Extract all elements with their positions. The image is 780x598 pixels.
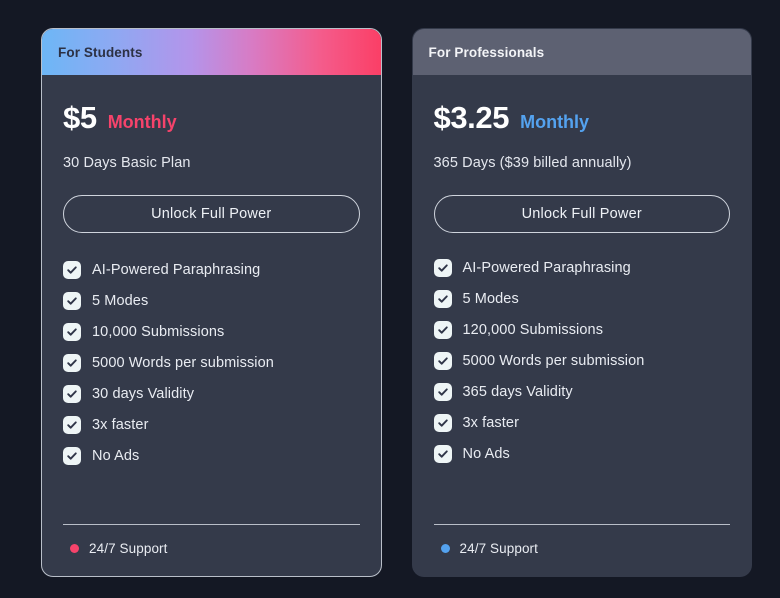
- check-icon: [63, 447, 81, 465]
- feature-label: 5 Modes: [462, 291, 519, 307]
- plan-audience-label: For Students: [58, 44, 143, 60]
- feature-label: 10,000 Submissions: [92, 324, 225, 340]
- check-icon: [433, 445, 452, 463]
- card-header-students: For Students: [42, 29, 381, 75]
- feature-list-professionals: AI-Powered Paraphrasing 5 Modes 120,000 …: [433, 259, 731, 463]
- price-amount: $3.25: [433, 100, 510, 135]
- price-row: $3.25 Monthly: [434, 102, 731, 133]
- feature-item: 3x faster: [63, 416, 360, 434]
- support-label: 24/7 Support: [89, 541, 168, 556]
- check-icon: [433, 321, 452, 339]
- feature-label: 5000 Words per submission: [92, 355, 274, 371]
- feature-label: 5000 Words per submission: [462, 353, 645, 369]
- feature-label: 3x faster: [462, 415, 520, 431]
- plan-description: 30 Days Basic Plan: [63, 155, 191, 171]
- check-icon: [63, 354, 81, 372]
- plan-audience-label: For Professionals: [428, 44, 545, 60]
- check-icon: [433, 383, 452, 401]
- feature-item: 120,000 Submissions: [433, 321, 731, 339]
- feature-item: No Ads: [63, 447, 360, 465]
- feature-label: 30 days Validity: [92, 386, 195, 402]
- price-period: Monthly: [107, 112, 177, 132]
- feature-label: 3x faster: [92, 417, 149, 433]
- card-footer-students: 24/7 Support: [63, 524, 360, 576]
- feature-item: 5 Modes: [63, 292, 360, 310]
- check-icon: [433, 414, 452, 432]
- support-dot-icon: [70, 544, 79, 553]
- plan-description: 365 Days ($39 billed annually): [433, 155, 632, 171]
- pricing-card-professionals[interactable]: For Professionals $3.25 Monthly 365 Days…: [411, 28, 752, 577]
- card-footer-professionals: 24/7 Support: [433, 524, 731, 576]
- card-body-students: $5 Monthly 30 Days Basic Plan Unlock Ful…: [42, 75, 381, 576]
- card-body-professionals: $3.25 Monthly 365 Days ($39 billed annua…: [413, 75, 752, 576]
- check-icon: [63, 292, 81, 310]
- feature-item: 365 days Validity: [433, 383, 731, 401]
- divider: [63, 524, 360, 525]
- unlock-full-power-button[interactable]: Unlock Full Power: [63, 195, 360, 233]
- check-icon: [63, 416, 81, 434]
- feature-label: AI-Powered Paraphrasing: [462, 260, 631, 276]
- divider: [433, 524, 730, 525]
- price-row: $5 Monthly: [63, 102, 360, 133]
- feature-item: 30 days Validity: [63, 385, 360, 403]
- support-row: 24/7 Support: [434, 541, 731, 556]
- feature-item: 10,000 Submissions: [63, 323, 360, 341]
- feature-item: AI-Powered Paraphrasing: [63, 261, 360, 279]
- card-header-professionals: For Professionals: [412, 29, 751, 75]
- check-icon: [433, 352, 452, 370]
- check-icon: [433, 290, 452, 308]
- feature-item: 3x faster: [433, 414, 731, 432]
- price-period: Monthly: [520, 112, 590, 132]
- feature-label: No Ads: [92, 448, 140, 464]
- feature-item: 5000 Words per submission: [433, 352, 731, 370]
- feature-label: 5 Modes: [92, 293, 149, 309]
- feature-label: 365 days Validity: [462, 384, 573, 400]
- pricing-plans-container: For Students $5 Monthly 30 Days Basic Pl…: [0, 0, 780, 598]
- feature-label: 120,000 Submissions: [462, 322, 604, 338]
- feature-label: AI-Powered Paraphrasing: [92, 262, 261, 278]
- support-label: 24/7 Support: [459, 541, 539, 556]
- check-icon: [63, 261, 81, 279]
- feature-item: AI-Powered Paraphrasing: [433, 259, 731, 277]
- feature-list-students: AI-Powered Paraphrasing 5 Modes 10,000 S…: [63, 261, 360, 465]
- feature-label: No Ads: [462, 446, 510, 462]
- support-row: 24/7 Support: [63, 541, 360, 556]
- check-icon: [433, 259, 452, 277]
- check-icon: [63, 385, 81, 403]
- price-amount: $5: [63, 100, 97, 135]
- support-dot-icon: [440, 544, 450, 553]
- feature-item: No Ads: [433, 445, 731, 463]
- feature-item: 5 Modes: [433, 290, 731, 308]
- feature-item: 5000 Words per submission: [63, 354, 360, 372]
- pricing-card-students[interactable]: For Students $5 Monthly 30 Days Basic Pl…: [41, 28, 382, 577]
- check-icon: [63, 323, 81, 341]
- unlock-full-power-button[interactable]: Unlock Full Power: [433, 195, 730, 233]
